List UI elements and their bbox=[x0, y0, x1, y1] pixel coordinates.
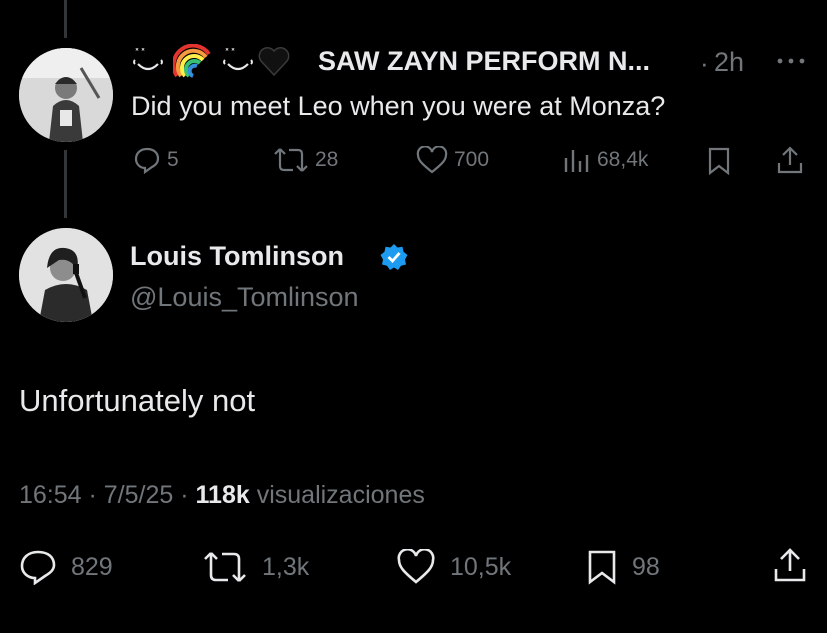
thread-line-connector bbox=[64, 150, 67, 218]
views-chart-icon bbox=[563, 146, 591, 174]
reply-icon bbox=[19, 549, 57, 585]
parent-author-name[interactable]: SAW ZAYN PERFORM N... bbox=[318, 46, 650, 77]
tweet-view-count: 118k bbox=[195, 481, 250, 509]
parent-reply-button[interactable]: 5 bbox=[133, 146, 179, 174]
black-heart-icon bbox=[257, 45, 291, 82]
author-name[interactable]: Louis Tomlinson bbox=[130, 241, 344, 272]
bookmark-icon bbox=[586, 549, 618, 585]
smiling-face-icon: ˟˟ bbox=[131, 46, 165, 81]
author-handle[interactable]: @Louis_Tomlinson bbox=[130, 282, 359, 313]
reply-icon bbox=[133, 146, 161, 174]
like-button[interactable]: 10,5k bbox=[396, 549, 511, 585]
rainbow-icon bbox=[171, 43, 213, 83]
share-icon[interactable] bbox=[775, 145, 805, 180]
bookmark-button[interactable]: 98 bbox=[586, 549, 660, 585]
thread-line-top bbox=[64, 0, 67, 38]
repost-icon bbox=[202, 549, 248, 585]
parent-repost-count: 28 bbox=[315, 148, 339, 171]
smiling-face-icon: ˟˟ bbox=[221, 46, 255, 81]
tweet-timestamp[interactable]: 16:54 · 7/5/25 · bbox=[19, 481, 196, 509]
tweet-text: Unfortunately not bbox=[19, 383, 256, 418]
parent-views-button[interactable]: 68,4k bbox=[563, 146, 648, 174]
parent-reply-count: 5 bbox=[167, 148, 179, 171]
tweet-meta: 16:54 · 7/5/25 · 118k visualizaciones bbox=[19, 481, 425, 510]
svg-text:˟˟: ˟˟ bbox=[134, 47, 146, 61]
parent-separator-dot: · bbox=[700, 48, 709, 78]
heart-icon bbox=[396, 549, 436, 585]
heart-icon bbox=[416, 146, 448, 174]
bookmark-icon[interactable] bbox=[707, 147, 731, 180]
repost-icon bbox=[273, 146, 309, 174]
parent-like-count: 700 bbox=[454, 148, 490, 171]
parent-emoji-group: ˟˟ ˟˟ bbox=[131, 43, 291, 83]
verified-badge-icon[interactable] bbox=[380, 243, 408, 276]
like-count: 10,5k bbox=[450, 552, 512, 581]
repost-button[interactable]: 1,3k bbox=[202, 549, 309, 585]
parent-like-button[interactable]: 700 bbox=[416, 146, 489, 174]
author-avatar[interactable] bbox=[19, 228, 113, 322]
repost-count: 1,3k bbox=[262, 552, 310, 581]
parent-avatar[interactable] bbox=[19, 48, 113, 142]
reply-count: 829 bbox=[71, 552, 113, 581]
parent-tweet-text: Did you meet Leo when you were at Monza? bbox=[131, 91, 666, 121]
reply-button[interactable]: 829 bbox=[19, 549, 113, 585]
parent-timestamp[interactable]: 2h bbox=[714, 47, 744, 78]
parent-view-count: 68,4k bbox=[597, 148, 649, 171]
share-icon[interactable] bbox=[771, 546, 809, 589]
tweet-view-label: visualizaciones bbox=[249, 481, 425, 509]
svg-text:˟˟: ˟˟ bbox=[224, 47, 236, 61]
more-options-icon[interactable] bbox=[776, 54, 806, 72]
bookmark-count: 98 bbox=[632, 552, 660, 581]
parent-repost-button[interactable]: 28 bbox=[273, 146, 338, 174]
